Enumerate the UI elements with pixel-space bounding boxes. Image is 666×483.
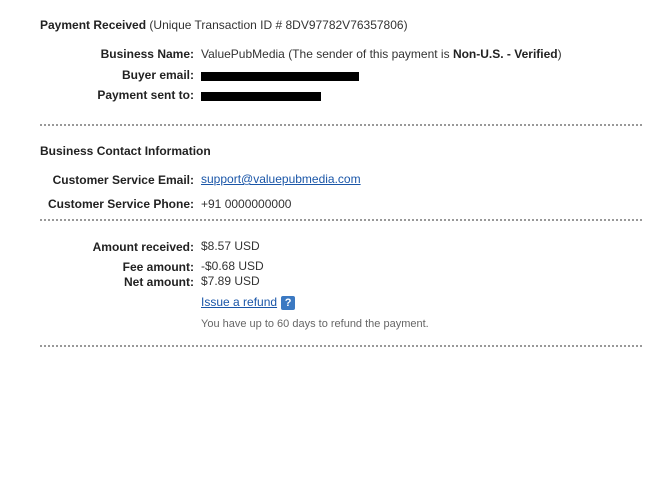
section-divider [40,345,642,347]
customer-service-email-label: Customer Service Email: [52,173,194,187]
net-amount-value: $7.89 USD [201,274,260,288]
contact-heading: Business Contact Information [40,144,211,158]
payment-sent-to-value [201,89,321,103]
amount-received-label: Amount received: [92,240,194,254]
fee-amount-value: -$0.68 USD [201,259,264,273]
business-name-value: ValuePubMedia [201,47,285,61]
section-divider [40,124,642,126]
business-name-row: ValuePubMedia (The sender of this paymen… [201,47,562,61]
section-divider [40,219,642,221]
fee-amount-label: Fee amount: [122,260,194,274]
payment-header: Payment Received (Unique Transaction ID … [40,18,408,32]
issue-refund-link[interactable]: Issue a refund [201,295,277,309]
refund-row: Issue a refund? [201,295,296,310]
sender-prefix: (The sender of this payment is [288,47,453,61]
customer-service-phone-value: +91 0000000000 [201,197,292,211]
customer-service-email-link[interactable]: support@valuepubmedia.com [201,172,361,186]
net-amount-label: Net amount: [124,275,194,289]
payment-sent-to-label: Payment sent to: [97,88,194,102]
help-icon[interactable]: ? [281,295,296,310]
buyer-email-label: Buyer email: [121,68,194,82]
customer-service-phone-label: Customer Service Phone: [47,197,194,211]
amount-received-value: $8.57 USD [201,239,260,253]
redacted-recipient-email [201,92,321,102]
sender-suffix: ) [557,47,562,61]
buyer-email-value [201,69,359,83]
sender-status: Non-U.S. - Verified [452,47,558,61]
redacted-buyer-email [201,72,359,82]
refund-note: You have up to 60 days to refund the pay… [201,318,429,330]
business-name-label: Business Name: [100,47,194,61]
transaction-id: (Unique Transaction ID # 8DV97782V763578… [149,18,408,32]
page-title: Payment Received [40,18,147,32]
